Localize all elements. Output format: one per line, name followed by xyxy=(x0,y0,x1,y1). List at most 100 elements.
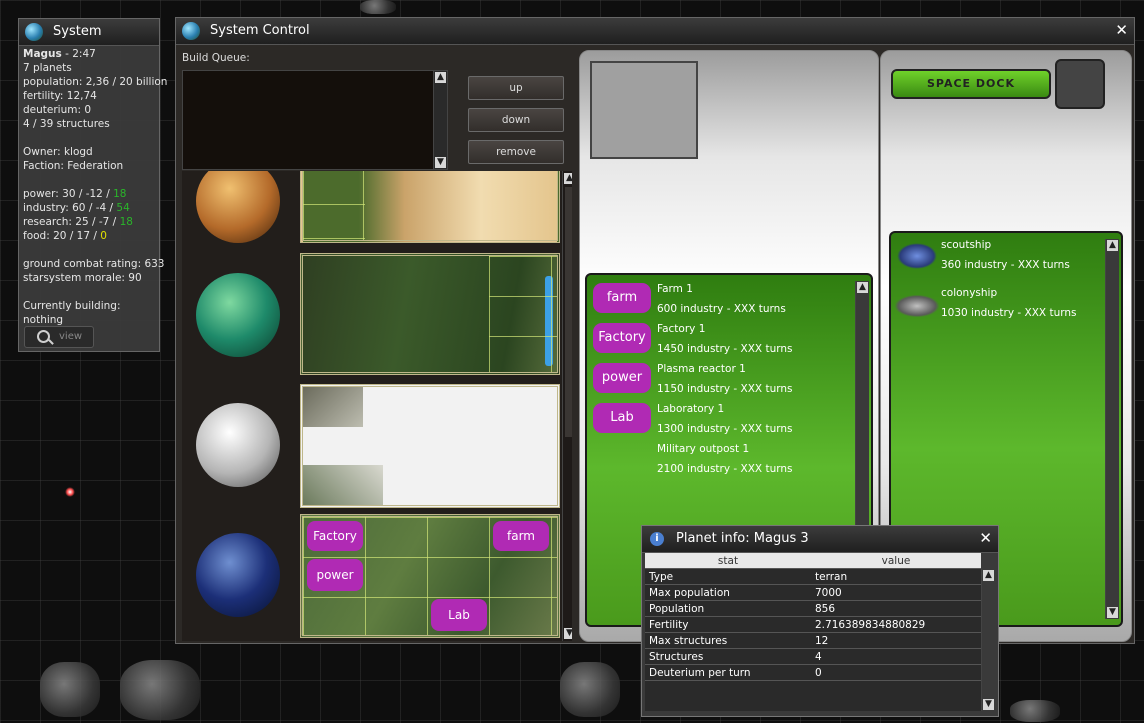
stat-cell: Structures xyxy=(645,648,811,665)
globe-icon xyxy=(182,22,200,40)
farm-building-button[interactable]: farm xyxy=(493,521,549,551)
power-building-button[interactable]: power xyxy=(307,559,363,591)
table-row[interactable]: Type terran xyxy=(645,568,981,585)
planet-info-table-wrap: stat value Type terran Max population 7000… xyxy=(645,553,981,711)
currently-building-value: nothing xyxy=(23,314,64,326)
structure-name: Laboratory 1 xyxy=(657,403,725,415)
down-button[interactable]: down xyxy=(468,108,564,132)
population-stat: population: 2,36 / 20 billion xyxy=(23,76,168,88)
planet-count: 7 planets xyxy=(23,62,72,74)
table-row[interactable]: Fertility 2.716389834880829 xyxy=(645,616,981,633)
colonyship-icon[interactable] xyxy=(895,295,939,317)
table-header: stat value xyxy=(645,553,981,569)
planet-info-titlebar[interactable]: i Planet info: Magus 3 ✕ xyxy=(642,526,998,553)
system-panel-titlebar: System xyxy=(19,19,159,46)
research-net: 18 xyxy=(119,216,133,228)
stat-cell: Population xyxy=(645,600,811,617)
asteroid-decoration xyxy=(360,0,396,14)
col-value-header[interactable]: value xyxy=(811,553,981,569)
planet-ice[interactable] xyxy=(196,403,280,487)
surface-tile-grid[interactable] xyxy=(303,171,365,240)
research-label: research: 25 / -7 / xyxy=(23,216,120,228)
scroll-up-icon[interactable]: ▲ xyxy=(1107,240,1118,251)
value-cell: 2.716389834880829 xyxy=(811,616,981,633)
surface-desert[interactable] xyxy=(300,171,560,243)
lab-build-button[interactable]: Lab xyxy=(593,403,651,433)
scroll-down-icon[interactable]: ▼ xyxy=(1107,607,1118,618)
star-system-marker[interactable] xyxy=(65,487,75,497)
industry-net: 54 xyxy=(116,202,130,214)
stardate: - 2:47 xyxy=(61,48,96,60)
system-name: Magus xyxy=(23,48,62,60)
ship-cost: 1030 industry - XXX turns xyxy=(941,307,1077,319)
view-button[interactable]: view xyxy=(24,326,94,348)
currently-building-label: Currently building: xyxy=(23,300,121,312)
scoutship-icon[interactable] xyxy=(897,243,937,269)
factory-building-button[interactable]: Factory xyxy=(307,521,363,551)
value-cell: 7000 xyxy=(811,584,981,601)
remove-button[interactable]: remove xyxy=(468,140,564,164)
value-cell: terran xyxy=(811,568,981,585)
scroll-up-icon[interactable]: ▲ xyxy=(564,173,572,184)
planet-jungle[interactable] xyxy=(196,273,280,357)
scroll-down-icon[interactable]: ▼ xyxy=(983,699,994,710)
up-button[interactable]: up xyxy=(468,76,564,100)
planet-terran[interactable] xyxy=(196,533,280,617)
planet-desert[interactable] xyxy=(196,171,280,243)
surface-ice[interactable] xyxy=(300,384,560,508)
surface-terran[interactable]: Factory farm power Lab xyxy=(300,514,560,638)
ship-name: scoutship xyxy=(941,239,992,251)
power-label: power: 30 / -12 / xyxy=(23,188,114,200)
system-name-line: Magus - 2:47 xyxy=(23,47,167,61)
planet-list[interactable]: Factory farm power Lab ▲ ▼ xyxy=(182,171,572,641)
structure-name: Plasma reactor 1 xyxy=(657,363,746,375)
table-row[interactable]: Deuterium per turn 0 xyxy=(645,664,981,681)
system-control-titlebar[interactable]: System Control ✕ xyxy=(176,18,1134,45)
asteroid-decoration xyxy=(40,662,100,717)
factory-build-button[interactable]: Factory xyxy=(593,323,651,353)
structure-cost: 1450 industry - XXX turns xyxy=(657,343,793,355)
system-panel: System Magus - 2:47 7 planets population… xyxy=(18,18,167,352)
deuterium-stat: deuterium: 0 xyxy=(23,104,92,116)
ship-preview-slot xyxy=(1055,59,1105,109)
faction-stat: Faction: Federation xyxy=(23,160,124,172)
view-button-label: view xyxy=(59,331,83,342)
table-row[interactable]: Structures 4 xyxy=(645,648,981,665)
power-build-button[interactable]: power xyxy=(593,363,651,393)
farm-build-button[interactable]: farm xyxy=(593,283,651,313)
scroll-thumb[interactable] xyxy=(565,187,572,437)
planet-info-window: i Planet info: Magus 3 ✕ stat value Type… xyxy=(641,525,999,717)
surface-jungle[interactable] xyxy=(300,253,560,375)
build-queue-scrollbar[interactable]: ▲ ▼ xyxy=(433,71,447,169)
asteroid-decoration xyxy=(560,662,620,717)
planet-list-scrollbar[interactable]: ▲ ▼ xyxy=(562,171,572,641)
scroll-down-icon[interactable]: ▼ xyxy=(435,157,446,168)
build-queue-list[interactable]: ▲ ▼ xyxy=(182,70,448,170)
scroll-up-icon[interactable]: ▲ xyxy=(983,570,994,581)
structure-preview-slot xyxy=(590,61,698,159)
space-dock-button[interactable]: SPACE DOCK xyxy=(891,69,1051,99)
table-row[interactable]: Population 856 xyxy=(645,600,981,617)
close-icon[interactable]: ✕ xyxy=(1115,21,1128,39)
structure-name[interactable]: Military outpost 1 xyxy=(657,439,749,459)
value-cell: 12 xyxy=(811,632,981,649)
value-cell: 856 xyxy=(811,600,981,617)
planet-info-scrollbar[interactable]: ▲ ▼ xyxy=(981,569,995,711)
surface-tile-grid[interactable] xyxy=(489,256,557,372)
close-icon[interactable]: ✕ xyxy=(979,529,992,547)
stat-cell: Max population xyxy=(645,584,811,601)
lab-building-button[interactable]: Lab xyxy=(431,599,487,631)
research-stat: research: 25 / -7 / 18 xyxy=(23,215,167,229)
ground-combat-stat: ground combat rating: 633 xyxy=(23,258,165,270)
scroll-down-icon[interactable]: ▼ xyxy=(564,628,572,639)
power-stat: power: 30 / -12 / 18 xyxy=(23,187,167,201)
structure-name: Farm 1 xyxy=(657,283,693,295)
scroll-up-icon[interactable]: ▲ xyxy=(857,282,868,293)
table-row[interactable]: Max population 7000 xyxy=(645,584,981,601)
scroll-up-icon[interactable]: ▲ xyxy=(435,72,446,83)
table-row[interactable]: Max structures 12 xyxy=(645,632,981,649)
col-stat-header[interactable]: stat xyxy=(645,553,811,569)
asteroid-decoration xyxy=(120,660,200,720)
system-panel-title: System xyxy=(53,24,102,39)
ship-list-scrollbar[interactable]: ▲ ▼ xyxy=(1105,239,1119,619)
